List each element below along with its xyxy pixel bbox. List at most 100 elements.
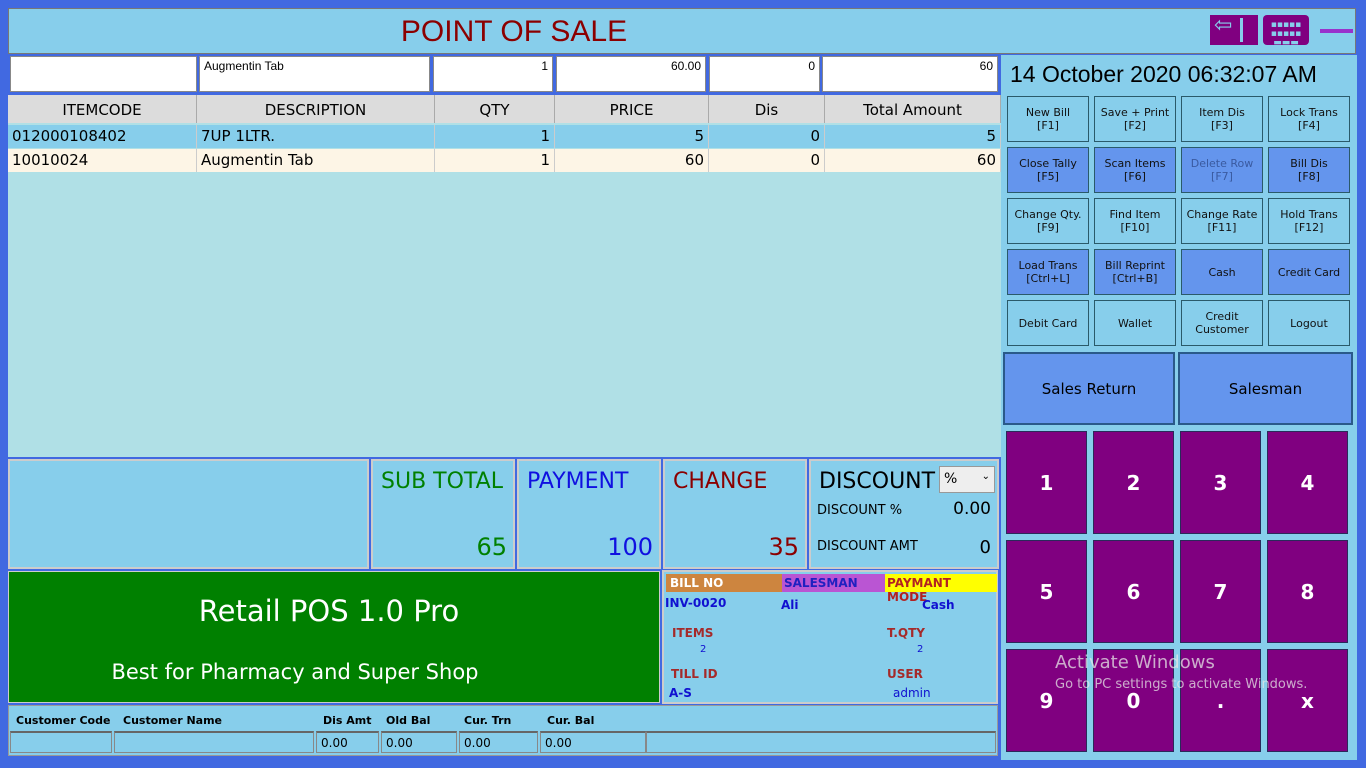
cell-itemcode: 012000108402: [8, 125, 197, 148]
exit-icon[interactable]: ⇦: [1210, 13, 1258, 45]
change-value: 35: [768, 533, 799, 561]
till-label: TILL ID: [671, 667, 718, 681]
table-row[interactable]: 012000108402 7UP 1LTR. 1 5 0 5: [8, 125, 1001, 148]
cell-dis: 0: [709, 149, 825, 172]
grid-header: ITEMCODE DESCRIPTION QTY PRICE Dis Total…: [8, 95, 1001, 123]
table-row[interactable]: 10010024 Augmentin Tab 1 60 0 60: [8, 149, 1001, 172]
col-qty: QTY: [435, 95, 555, 123]
payment-value: 100: [607, 533, 653, 561]
function-button-cash[interactable]: Cash: [1181, 249, 1263, 295]
function-button-hold-trans[interactable]: Hold Trans [F12]: [1268, 198, 1350, 244]
description-input[interactable]: Augmentin Tab: [199, 56, 430, 92]
numpad-key-2[interactable]: 2: [1093, 431, 1174, 534]
items-grid[interactable]: ITEMCODE DESCRIPTION QTY PRICE Dis Total…: [8, 95, 1001, 457]
dis-amt-field[interactable]: 0.00: [316, 731, 379, 753]
numpad-key-7[interactable]: 7: [1180, 540, 1261, 643]
user-label: USER: [887, 667, 923, 681]
old-bal-field[interactable]: 0.00: [381, 731, 457, 753]
qty-input[interactable]: 1: [433, 56, 553, 92]
payment-panel: PAYMENT 100: [517, 459, 661, 569]
function-button-scan-items[interactable]: Scan Items [F6]: [1094, 147, 1176, 193]
customer-code-field[interactable]: [10, 731, 112, 753]
numpad-key-5[interactable]: 5: [1006, 540, 1087, 643]
cell-price: 5: [555, 125, 709, 148]
function-button-change-qty[interactable]: Change Qty. [F9]: [1007, 198, 1089, 244]
function-button-delete-row[interactable]: Delete Row [F7]: [1181, 147, 1263, 193]
function-button-lock-trans[interactable]: Lock Trans [F4]: [1268, 96, 1350, 142]
function-button-credit-card[interactable]: Credit Card: [1268, 249, 1350, 295]
function-button-close-tally[interactable]: Close Tally [F5]: [1007, 147, 1089, 193]
col-itemcode: ITEMCODE: [8, 95, 197, 123]
cell-qty: 1: [435, 149, 555, 172]
numpad-key-8[interactable]: 8: [1267, 540, 1348, 643]
bill-no-value: INV-0020: [665, 596, 727, 610]
dis-amt-label: Dis Amt: [323, 714, 372, 727]
cell-total: 5: [825, 125, 1001, 148]
cell-description: Augmentin Tab: [197, 149, 435, 172]
discount-type-select[interactable]: % ⌄: [939, 466, 995, 493]
change-label: CHANGE: [673, 469, 768, 494]
col-description: DESCRIPTION: [197, 95, 435, 123]
cell-description: 7UP 1LTR.: [197, 125, 435, 148]
function-button-new-bill[interactable]: New Bill [F1]: [1007, 96, 1089, 142]
discount-type-value: %: [944, 471, 958, 487]
function-button-wallet[interactable]: Wallet: [1094, 300, 1176, 346]
watermark-title: Activate Windows: [1055, 652, 1215, 673]
salesman-button[interactable]: Salesman: [1178, 352, 1353, 425]
till-value: A-S: [669, 686, 692, 700]
bill-info-panel: BILL NO SALESMAN PAYMANT MODE INV-0020 A…: [662, 570, 998, 704]
itemcode-input[interactable]: [10, 56, 197, 92]
col-dis: Dis: [709, 95, 825, 123]
sales-return-button[interactable]: Sales Return: [1003, 352, 1175, 425]
function-button-item-dis[interactable]: Item Dis [F3]: [1181, 96, 1263, 142]
user-value: admin: [893, 686, 931, 700]
cell-dis: 0: [709, 125, 825, 148]
discount-panel: DISCOUNT % ⌄ DISCOUNT % 0.00 DISCOUNT AMT…: [809, 459, 999, 569]
total-input[interactable]: 60: [822, 56, 998, 92]
cell-total: 60: [825, 149, 1001, 172]
cell-price: 60: [555, 149, 709, 172]
items-value: 2: [700, 644, 707, 655]
function-button-load-trans[interactable]: Load Trans [Ctrl+L]: [1007, 249, 1089, 295]
discount-label: DISCOUNT: [819, 469, 936, 494]
brand-panel: Retail POS 1.0 Pro Best for Pharmacy and…: [8, 571, 660, 703]
discount-amt-label: DISCOUNT AMT: [817, 539, 918, 554]
function-button-save-print[interactable]: Save + Print [F2]: [1094, 96, 1176, 142]
cur-bal-field[interactable]: 0.00: [540, 731, 646, 753]
brand-name: Retail POS 1.0 Pro: [198, 594, 460, 628]
cur-trn-label: Cur. Trn: [464, 714, 512, 727]
payment-label: PAYMENT: [527, 469, 629, 494]
function-button-change-rate[interactable]: Change Rate [F11]: [1181, 198, 1263, 244]
customer-name-field[interactable]: [114, 731, 314, 753]
watermark-subtitle: Go to PC settings to activate Windows.: [1055, 677, 1308, 692]
discount-pct-value[interactable]: 0.00: [953, 499, 991, 519]
numpad-key-x[interactable]: x: [1267, 649, 1348, 752]
discount-amt-value[interactable]: 0: [980, 537, 991, 558]
numpad-key-6[interactable]: 6: [1093, 540, 1174, 643]
minimize-icon[interactable]: [1320, 29, 1353, 33]
function-button-find-item[interactable]: Find Item [F10]: [1094, 198, 1176, 244]
page-title: POINT OF SALE: [400, 15, 628, 48]
function-button-debit-card[interactable]: Debit Card: [1007, 300, 1089, 346]
keyboard-icon[interactable]: ▪▪▪▪▪ ▪▪▪▪▪ ▬▬▬: [1263, 15, 1309, 48]
function-button-bill-dis[interactable]: Bill Dis [F8]: [1268, 147, 1350, 193]
payment-mode-value: Cash: [922, 598, 955, 612]
numpad-key-1[interactable]: 1: [1006, 431, 1087, 534]
bill-no-label: BILL NO: [666, 574, 782, 592]
function-button-bill-reprint[interactable]: Bill Reprint [Ctrl+B]: [1094, 249, 1176, 295]
customer-code-label: Customer Code: [16, 714, 111, 727]
numpad-key-3[interactable]: 3: [1180, 431, 1261, 534]
price-input[interactable]: 60.00: [556, 56, 706, 92]
brand-tagline: Best for Pharmacy and Super Shop: [111, 660, 479, 684]
title-bar: POINT OF SALE ⇦ ▪▪▪▪▪ ▪▪▪▪▪ ▬▬▬: [8, 8, 1356, 54]
numpad-key-4[interactable]: 4: [1267, 431, 1348, 534]
function-button-credit[interactable]: Credit Customer: [1181, 300, 1263, 346]
dis-input[interactable]: 0: [709, 56, 820, 92]
cur-trn-field[interactable]: 0.00: [459, 731, 538, 753]
subtotal-label: SUB TOTAL: [381, 469, 503, 494]
function-button-logout[interactable]: Logout: [1268, 300, 1350, 346]
tqty-label: T.QTY: [887, 626, 925, 640]
items-label: ITEMS: [672, 626, 714, 640]
blank-panel: [8, 459, 369, 569]
cell-qty: 1: [435, 125, 555, 148]
